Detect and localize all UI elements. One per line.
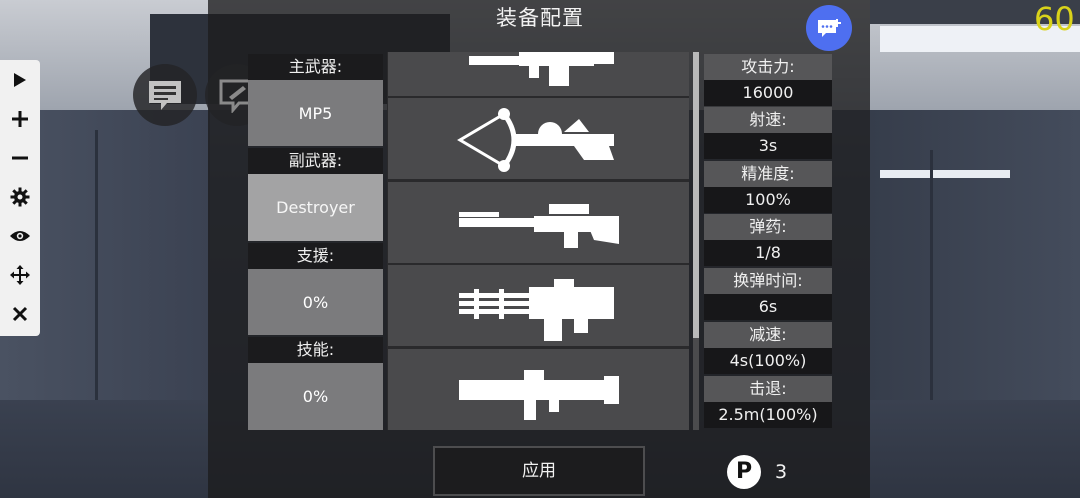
play-button[interactable] xyxy=(0,62,40,98)
rifle-icon xyxy=(468,52,614,86)
secondary-weapon-value: Destroyer xyxy=(276,198,355,217)
primary-weapon-label: 主武器: xyxy=(248,54,383,80)
chat-add-button[interactable] xyxy=(806,5,852,51)
scrollbar-thumb[interactable] xyxy=(693,52,699,338)
stat-label: 击退: xyxy=(704,376,832,402)
minigun-icon xyxy=(458,278,614,341)
close-button[interactable] xyxy=(0,296,40,332)
stat-value: 16000 xyxy=(704,80,832,106)
stat-value: 4s(100%) xyxy=(704,348,832,374)
stat-label: 攻击力: xyxy=(704,54,832,80)
stat-label: 弹药: xyxy=(704,214,832,240)
remove-button[interactable] xyxy=(0,140,40,176)
points-icon: P xyxy=(727,455,761,489)
skill-slot[interactable]: 0% xyxy=(248,363,383,430)
weapon-list-scrollbar[interactable] xyxy=(693,52,699,430)
stat-label: 换弹时间: xyxy=(704,268,832,294)
crossbow-icon xyxy=(456,107,614,172)
primary-weapon-slot[interactable]: MP5 xyxy=(248,80,383,146)
stat-label: 减速: xyxy=(704,322,832,348)
support-value: 0% xyxy=(302,292,329,312)
sniper-rifle-icon xyxy=(458,203,619,248)
view-button[interactable] xyxy=(0,218,40,254)
chat-button[interactable] xyxy=(133,64,197,126)
weapon-card-crossbow[interactable] xyxy=(388,98,689,179)
side-toolbar xyxy=(0,60,40,336)
minus-icon xyxy=(12,156,28,160)
chat-icon xyxy=(149,81,181,110)
support-slot[interactable]: 0% xyxy=(248,269,383,335)
secondary-weapon-label: 副武器: xyxy=(248,148,383,174)
stat-value: 3s xyxy=(704,133,832,159)
stat-value: 100% xyxy=(704,187,832,213)
add-button[interactable] xyxy=(0,101,40,137)
points-count: 3 xyxy=(775,461,788,483)
weapon-card-sniper-rifle[interactable] xyxy=(388,182,689,263)
stat-label: 射速: xyxy=(704,107,832,133)
wall-seam xyxy=(95,130,98,430)
page-title: 装备配置 xyxy=(496,6,584,30)
wall-seam xyxy=(930,150,933,430)
stat-value: 2.5m(100%) xyxy=(704,402,832,428)
play-icon xyxy=(14,73,26,87)
weapon-card-rocket-launcher[interactable] xyxy=(388,349,689,430)
weapon-list[interactable] xyxy=(387,52,689,430)
light-strip xyxy=(880,170,1010,178)
move-button[interactable] xyxy=(0,257,40,293)
weapon-card-minigun[interactable] xyxy=(388,265,689,346)
secondary-weapon-slot[interactable]: Destroyer xyxy=(248,174,383,241)
stat-value: 6s xyxy=(704,294,832,320)
stat-value: 1/8 xyxy=(704,240,832,266)
apply-button[interactable]: 应用 xyxy=(433,446,645,496)
skill-value: 0% xyxy=(302,387,329,406)
support-label: 支援: xyxy=(248,243,383,269)
rocket-launcher-icon xyxy=(458,369,619,420)
stat-label: 精准度: xyxy=(704,161,832,187)
plus-icon xyxy=(12,111,28,127)
settings-button[interactable] xyxy=(0,179,40,215)
chat-add-icon xyxy=(818,19,841,37)
weapon-card-rifle[interactable] xyxy=(388,52,689,96)
move-icon xyxy=(10,265,30,285)
fps-counter: 60 xyxy=(1034,0,1075,38)
primary-weapon-value: MP5 xyxy=(298,103,333,123)
eye-icon xyxy=(10,231,30,241)
close-icon xyxy=(12,306,28,322)
skill-label: 技能: xyxy=(248,337,383,363)
gear-icon xyxy=(10,187,30,207)
